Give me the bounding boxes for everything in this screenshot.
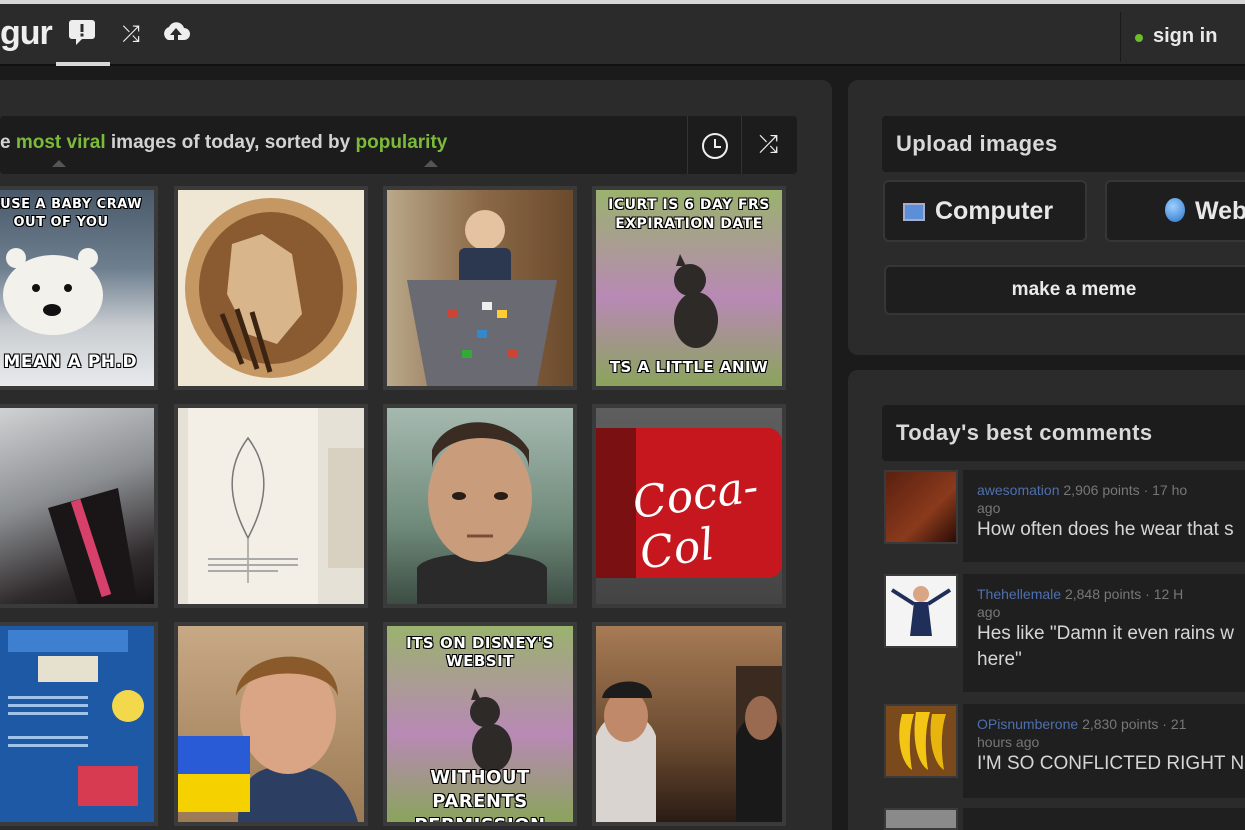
time-filter-button[interactable]	[687, 116, 741, 174]
comment-item: OPisnumberone 2,830 points · 21 hours ag…	[963, 704, 1245, 798]
imgur-logo[interactable]: gur	[0, 14, 53, 53]
comment-points: 2,830 points	[1082, 716, 1159, 732]
gallery-thumbnail[interactable]	[174, 186, 368, 390]
gallery-thumbnail[interactable]	[0, 622, 158, 826]
comment-time: 21	[1170, 716, 1187, 732]
gallery-thumbnail[interactable]: ITS ON DISNEY'S WEBSIT WITHOUT PARENTS P…	[383, 622, 577, 826]
comment-item	[963, 808, 1245, 830]
ukraine-flag-yellow	[178, 774, 250, 812]
comments-header: Today's best comments	[882, 405, 1245, 461]
meme-top-caption: ITS ON DISNEY'S WEBSIT	[406, 634, 554, 670]
comment-ago: hours ago	[977, 734, 1040, 750]
comment-item: Thehellemale 2,848 points · 12 H ago Hes…	[963, 574, 1245, 692]
filter-middle: images of today, sorted by	[105, 132, 356, 153]
computer-icon	[903, 203, 925, 221]
comment-text[interactable]: I'M SO CONFLICTED RIGHT N	[977, 751, 1245, 777]
comment-ago: ago	[977, 500, 1001, 516]
comment-thumbnail[interactable]	[884, 574, 958, 648]
comment-time: 17 ho	[1152, 482, 1188, 498]
meme-bottom-caption: WITHOUT PARENTS PERMISSION	[414, 767, 546, 826]
coca-cola-logo: Coca-Col	[629, 461, 762, 580]
gallery-thumbnail[interactable]	[383, 186, 577, 390]
section-dropdown-caret[interactable]	[52, 160, 66, 167]
shuffle-icon: ⤮	[758, 131, 779, 158]
filter-prefix: e	[0, 132, 16, 153]
comment-time: 12 H	[1153, 586, 1184, 602]
active-tab-indicator	[56, 62, 110, 66]
gallery-thumbnail[interactable]	[592, 622, 786, 826]
sign-in-label: sign in	[1153, 25, 1218, 47]
upload-computer-button[interactable]: Computer	[883, 180, 1087, 242]
gallery-icon[interactable]	[66, 18, 98, 50]
web-label: Web	[1195, 197, 1245, 225]
meme-bottom-caption: TS A LITTLE ANIW	[609, 358, 769, 376]
upload-title: Upload images	[896, 131, 1058, 156]
sign-in-link[interactable]: sign in	[1120, 12, 1245, 62]
gallery-thumbnail[interactable]	[174, 622, 368, 826]
meme-top-caption: ICURT IS 6 DAY FRS EXPIRATION DATE	[608, 197, 770, 232]
comment-thumbnail[interactable]	[884, 808, 958, 830]
comment-text[interactable]: Hes like "Damn it even rains w here"	[977, 621, 1245, 673]
clock-icon	[701, 132, 728, 159]
computer-label: Computer	[935, 197, 1054, 225]
meme-bottom-caption: T MEAN A PH.D	[0, 352, 138, 372]
gallery-thumbnail[interactable]	[0, 404, 158, 608]
comment-username[interactable]: Thehellemale	[977, 586, 1061, 602]
upload-web-button[interactable]: Web	[1105, 180, 1245, 242]
gallery-thumbnail[interactable]: ICURT IS 6 DAY FRS EXPIRATION DATE TS A …	[592, 186, 786, 390]
comment-meta: Thehellemale 2,848 points · 12 H	[977, 586, 1184, 602]
globe-icon	[1165, 198, 1185, 222]
random-shuffle-icon[interactable]: ⤮	[115, 18, 147, 50]
comment-username[interactable]: OPisnumberone	[977, 716, 1078, 732]
comment-username[interactable]: awesomation	[977, 482, 1060, 498]
upload-cloud-icon[interactable]	[160, 18, 192, 50]
ukraine-flag-blue	[178, 736, 250, 774]
comment-points: 2,848 points	[1064, 586, 1142, 602]
comment-meta: OPisnumberone 2,830 points · 21	[977, 716, 1187, 732]
gallery-thumbnail[interactable]	[174, 404, 368, 608]
sort-dropdown-caret[interactable]	[424, 160, 438, 167]
sort-selector[interactable]: popularity	[356, 132, 448, 153]
random-gallery-button[interactable]: ⤮	[741, 116, 795, 174]
status-dot	[1135, 34, 1143, 42]
comment-text[interactable]: How often does he wear that s	[977, 517, 1245, 543]
gallery-thumbnail[interactable]: Coca-Col	[592, 404, 786, 608]
comment-points: 2,906 points	[1063, 482, 1140, 498]
make-meme-button[interactable]: make a meme	[884, 265, 1245, 315]
upload-header: Upload images	[882, 116, 1245, 172]
gallery-thumbnail[interactable]: CAUSE A BABY CRAW OUT OF YOU T MEAN A PH…	[0, 186, 158, 390]
section-selector[interactable]: most viral	[16, 132, 106, 153]
filter-description: e most viral images of today, sorted by …	[0, 132, 447, 154]
comments-title: Today's best comments	[896, 420, 1153, 445]
comment-thumbnail[interactable]	[884, 470, 958, 544]
gallery-filter-bar: e most viral images of today, sorted by …	[0, 116, 797, 174]
gallery-thumbnail[interactable]	[383, 404, 577, 608]
comment-item: awesomation 2,906 points · 17 ho ago How…	[963, 470, 1245, 562]
meme-top-caption: CAUSE A BABY CRAW OUT OF YOU	[0, 197, 143, 230]
top-bar: gur ⤮ sign in	[0, 0, 1245, 66]
comment-ago: ago	[977, 604, 1001, 620]
comment-meta: awesomation 2,906 points · 17 ho	[977, 482, 1188, 498]
comment-thumbnail[interactable]	[884, 704, 958, 778]
